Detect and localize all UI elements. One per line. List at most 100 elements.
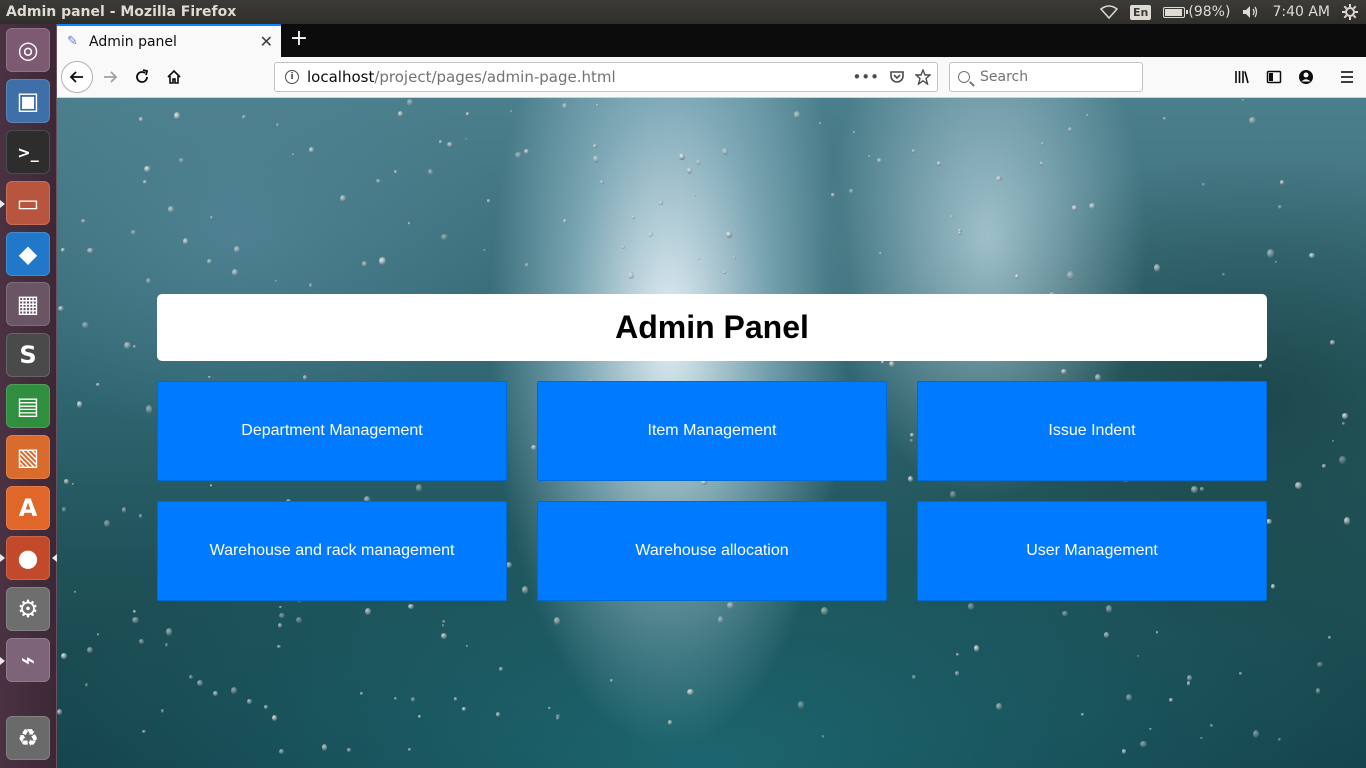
spreadsheet-icon[interactable]: ▤ xyxy=(6,384,50,428)
user-management-button[interactable]: User Management xyxy=(917,501,1267,601)
tab-strip: ✎ Admin panel ✕ + xyxy=(57,24,1366,57)
issue-indent-button[interactable]: Issue Indent xyxy=(917,381,1267,481)
sidebar-icon[interactable] xyxy=(1259,62,1289,92)
power-gear-icon[interactable] xyxy=(1342,4,1358,20)
rain-drop xyxy=(553,617,561,626)
rain-drop xyxy=(276,122,280,127)
rain-drop xyxy=(173,111,180,120)
rain-drop xyxy=(361,260,368,267)
address-bar[interactable]: i localhost/project/pages/admin-page.htm… xyxy=(274,62,938,92)
item-management-button[interactable]: Item Management xyxy=(537,381,887,481)
rain-drop xyxy=(1060,369,1067,375)
rain-drop xyxy=(407,222,411,226)
rain-drop xyxy=(1277,738,1281,741)
trash-icon[interactable]: ♻ xyxy=(6,716,50,760)
rain-drop xyxy=(936,160,942,166)
rain-drop xyxy=(1191,485,1198,494)
forward-button[interactable] xyxy=(95,62,125,92)
rain-drop xyxy=(165,628,172,637)
home-button[interactable] xyxy=(159,62,189,92)
rain-drop xyxy=(610,679,614,683)
bookmark-star-icon[interactable] xyxy=(915,69,931,85)
close-tab-icon[interactable]: ✕ xyxy=(260,32,273,51)
tab-admin-panel[interactable]: ✎ Admin panel ✕ xyxy=(57,24,281,57)
wifi-icon[interactable] xyxy=(1100,5,1119,19)
rain-drop xyxy=(139,639,145,644)
rain-drop xyxy=(122,507,127,514)
rain-drop xyxy=(61,506,67,512)
rain-drop xyxy=(911,148,916,153)
rain-drop xyxy=(1315,687,1321,694)
rain-drop xyxy=(466,112,470,116)
vscode-icon[interactable]: ◆ xyxy=(6,232,50,276)
rain-drop xyxy=(693,193,697,197)
rain-drop xyxy=(722,148,729,155)
url-path: /project/pages/admin-page.html xyxy=(374,68,616,86)
rain-drop xyxy=(562,219,568,224)
clock[interactable]: 7:40 AM xyxy=(1272,4,1330,20)
keyboard-language-indicator[interactable]: En xyxy=(1130,4,1152,20)
software-center-icon[interactable]: A xyxy=(6,486,50,530)
running-app-indicator xyxy=(0,657,5,665)
usb-drive-icon[interactable]: ⌁ xyxy=(6,638,50,682)
pocket-icon[interactable] xyxy=(889,69,905,85)
battery-indicator[interactable]: (98%) xyxy=(1163,4,1230,20)
rain-drop xyxy=(678,152,685,161)
sublime-text-icon[interactable]: S xyxy=(6,333,50,377)
rain-drop xyxy=(407,748,411,752)
rain-drop xyxy=(955,670,960,676)
rain-drop xyxy=(909,439,913,443)
page-actions-icon[interactable]: ••• xyxy=(852,68,879,86)
warehouse-allocation-button[interactable]: Warehouse allocation xyxy=(537,501,887,601)
rain-drop xyxy=(209,483,213,488)
rain-drop xyxy=(1062,611,1068,616)
firefox-icon[interactable]: ● xyxy=(6,536,50,580)
rain-drop xyxy=(340,194,347,202)
rain-drop xyxy=(995,176,1002,182)
rain-drop xyxy=(1163,117,1167,121)
rain-drop xyxy=(1041,142,1044,145)
rain-drop xyxy=(73,590,77,593)
rain-drop xyxy=(1149,727,1152,731)
rain-drop xyxy=(667,720,673,725)
rain-drop xyxy=(1200,737,1203,740)
back-button[interactable] xyxy=(61,61,93,93)
ubuntu-dash-icon[interactable]: ◎ xyxy=(6,28,50,72)
rain-drop xyxy=(247,698,252,704)
rain-drop xyxy=(87,247,95,254)
rain-drop xyxy=(658,201,664,206)
volume-icon[interactable] xyxy=(1242,5,1260,19)
terminal-icon[interactable]: >_ xyxy=(6,130,50,174)
rain-drop xyxy=(486,199,490,203)
rain-drop xyxy=(1266,249,1274,258)
rain-drop xyxy=(1317,662,1323,667)
hamburger-menu-icon[interactable] xyxy=(1332,62,1362,92)
system-settings-icon[interactable]: ⚙ xyxy=(6,587,50,631)
site-info-icon[interactable]: i xyxy=(285,70,299,84)
warehouse-rack-management-button[interactable]: Warehouse and rack management xyxy=(157,501,507,601)
vscode-glyph: ◆ xyxy=(18,240,38,268)
rain-drop xyxy=(876,158,882,164)
system-tray: En (98%) 7:40 AM xyxy=(1100,0,1358,24)
rain-drop xyxy=(132,616,140,624)
image-viewer-icon[interactable]: ▣ xyxy=(6,79,50,123)
rain-drop xyxy=(132,610,136,614)
department-management-button[interactable]: Department Management xyxy=(157,381,507,481)
rain-drop xyxy=(278,748,284,754)
rain-drop xyxy=(1279,179,1285,185)
rain-drop xyxy=(1222,272,1225,276)
rain-drop xyxy=(628,272,635,279)
account-icon[interactable] xyxy=(1291,62,1321,92)
rain-drop xyxy=(1039,161,1044,166)
presentation-icon[interactable]: ▧ xyxy=(6,435,50,479)
rain-drop xyxy=(207,259,212,265)
search-input[interactable]: Search xyxy=(949,62,1143,92)
rain-drop xyxy=(276,644,282,649)
new-tab-button[interactable]: + xyxy=(287,26,311,51)
reload-button[interactable] xyxy=(127,62,157,92)
sticky-notes-icon[interactable]: ▦ xyxy=(6,282,50,326)
rain-drop xyxy=(521,586,528,595)
file-manager-icon[interactable]: ▭ xyxy=(6,181,50,225)
rain-drop xyxy=(418,715,422,719)
library-icon[interactable] xyxy=(1227,62,1257,92)
